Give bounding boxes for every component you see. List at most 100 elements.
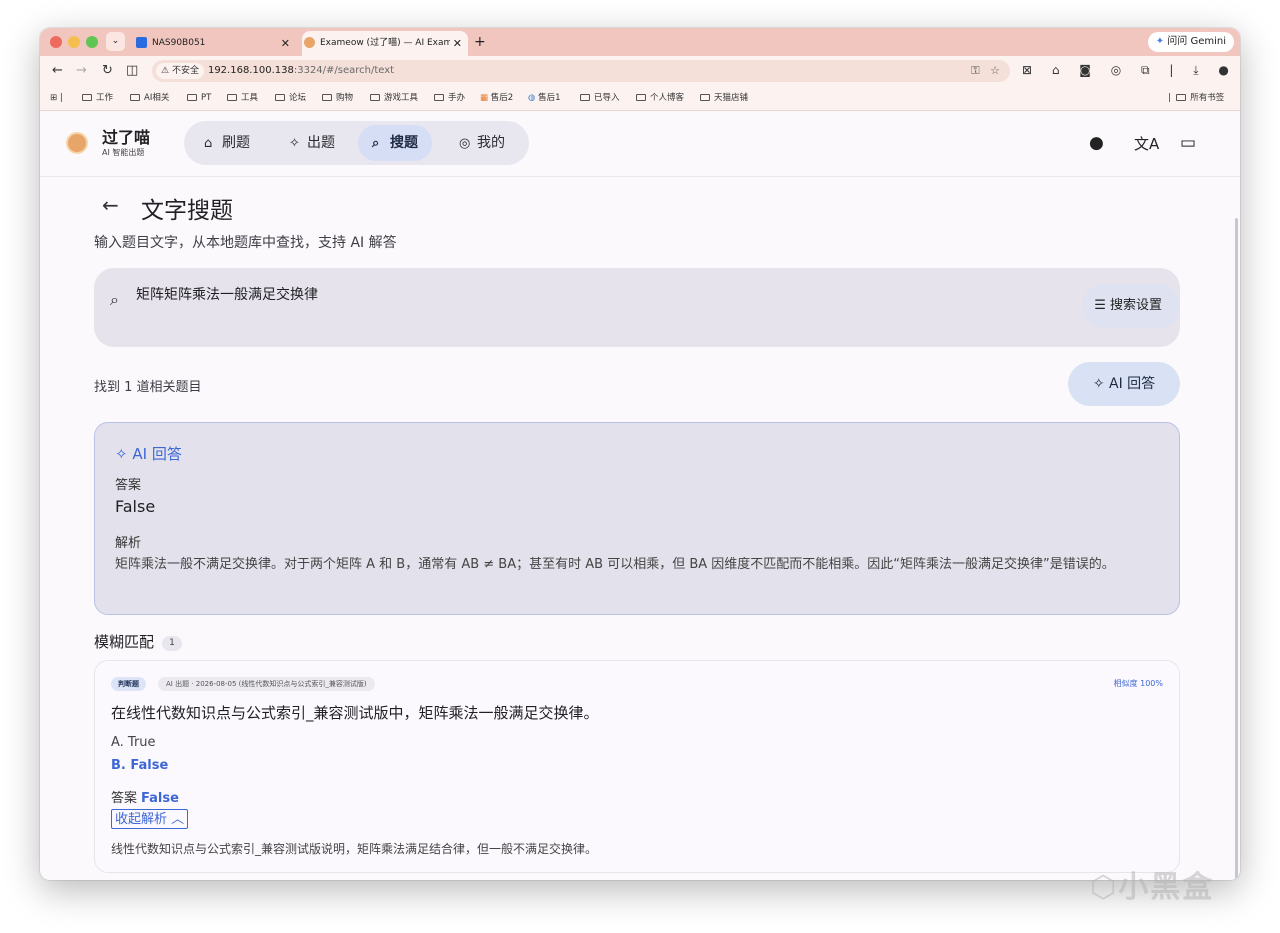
folder-icon (1176, 94, 1187, 101)
gemini-button[interactable]: ✦ 问问 Gemini (1147, 32, 1234, 52)
globe-icon: ◍ (528, 93, 536, 103)
bookmark-label: 游戏工具 (384, 93, 419, 103)
translate-icon[interactable]: 文A (1134, 133, 1159, 154)
search-input[interactable] (136, 286, 1036, 302)
insecure-badge[interactable]: ⚠ 不安全 (156, 63, 204, 79)
answer-label: 答案 (111, 791, 138, 806)
back-arrow-icon[interactable]: ← (102, 193, 119, 217)
bookmark-folder[interactable]: 个人博客 (636, 86, 684, 110)
nav-mine[interactable]: ◎ 我的 (445, 125, 519, 161)
ai-answer-title: ✧ AI 回答 (115, 443, 182, 464)
search-settings-button[interactable]: ☰ 搜索设置 (1082, 284, 1180, 328)
sparkle-icon: ✧ (289, 136, 300, 151)
question-card[interactable]: 判断题 AI 出题 · 2026-08-05 (线性代数知识点与公式索引_兼容测… (94, 660, 1180, 873)
bookmark-label: 工具 (241, 93, 259, 103)
nav-generate[interactable]: ✧ 出题 (275, 125, 349, 161)
collapse-explanation-button[interactable]: 收起解析 ︿ (111, 809, 189, 829)
bookmark-folder[interactable]: 工作 (82, 86, 113, 110)
search-icon: ⌕ (110, 290, 119, 309)
bookmark-folder[interactable]: 游戏工具 (370, 86, 418, 110)
app-header: 过了喵 AI 智能出题 ⌂ 刷题 ✧ 出题 ⌕ 搜题 ◎ 我的 ● 文A ▭ (40, 111, 1240, 177)
nav-label: 刷题 (222, 135, 250, 151)
tab-exameow[interactable]: Exameow (过了喵) — AI Exam ✕ (302, 31, 468, 56)
password-key-icon[interactable]: ⚿ (971, 64, 979, 77)
ai-answer-label: AI 回答 (1109, 376, 1156, 392)
folder-icon (82, 94, 92, 101)
heybox-logo-icon: ⬡ (1090, 870, 1119, 905)
bookmark-item[interactable]: ◍ 售后1 (528, 86, 561, 110)
forward-arrow-icon[interactable]: → (76, 63, 87, 78)
bookmark-folder[interactable]: 天猫店铺 (700, 86, 748, 110)
bookmark-label: 已导入 (594, 93, 620, 103)
all-bookmarks-folder[interactable]: | 所有书签 (1168, 86, 1224, 110)
scrollbar[interactable] (1235, 218, 1238, 880)
tab-title: Exameow (过了喵) — AI Exam (320, 38, 453, 48)
bookmark-label: 天猫店铺 (714, 93, 749, 103)
bookmark-folder[interactable]: 工具 (227, 86, 258, 110)
bookmark-folder[interactable]: PT (187, 86, 211, 110)
minimize-window-button[interactable] (68, 36, 80, 48)
tab-nas[interactable]: NAS90B051 ✕ (134, 31, 296, 56)
close-window-button[interactable] (50, 36, 62, 48)
bookmark-folder[interactable]: 手办 (434, 86, 465, 110)
bookmark-label: AI相关 (144, 93, 170, 103)
result-count: 找到 1 道相关题目 (94, 380, 202, 395)
nav-label: 搜题 (390, 135, 418, 151)
github-icon[interactable]: ● (1089, 133, 1104, 153)
bookmark-label: 购物 (336, 93, 354, 103)
brand[interactable]: 过了喵 AI 智能出题 (102, 129, 150, 159)
question-text: 在线性代数知识点与公式索引_兼容测试版中，矩阵乘法一般满足交换律。 (111, 704, 599, 722)
sliders-icon: ☰ (1094, 298, 1106, 313)
folder-icon (434, 94, 444, 101)
question-type-badge: 判断题 (111, 677, 146, 691)
cat-logo-icon[interactable] (66, 132, 88, 154)
search-settings-label: 搜索设置 (1109, 298, 1162, 313)
folder-icon (580, 94, 590, 101)
apps-grid-icon[interactable]: ⊞ | (50, 86, 63, 110)
tab-search-button[interactable]: ⌄ (106, 32, 125, 51)
new-tab-button[interactable]: + (474, 31, 486, 53)
bookmark-star-icon[interactable]: ☆ (990, 64, 1000, 77)
bookmark-label: 工作 (96, 93, 114, 103)
reload-icon[interactable]: ↻ (102, 63, 113, 78)
close-tab-icon[interactable]: ✕ (281, 31, 290, 56)
maximize-window-button[interactable] (86, 36, 98, 48)
bookmark-folder[interactable]: AI相关 (130, 86, 169, 110)
sparkle-icon: ✧ (1092, 376, 1105, 392)
address-bar[interactable]: ⚠ 不安全 192.168.100.138:3324/#/search/text … (152, 60, 1010, 82)
bookmark-folder[interactable]: 已导入 (580, 86, 620, 110)
fuzzy-count-badge: 1 (162, 636, 183, 651)
question-answer: 答案 False (111, 787, 179, 806)
bookmarks-bar: ⊞ | 工作 AI相关 PT 工具 论坛 购物 游戏工具 手办 ▦ 售后2 ◍ … (40, 86, 1240, 111)
nav-label: 我的 (477, 135, 505, 151)
side-panel-icon[interactable]: ◫ (126, 63, 138, 78)
ai-answer-button[interactable]: ✧ AI 回答 (1068, 362, 1180, 406)
nas-favicon-icon (136, 37, 147, 48)
fuzzy-match-heading: 模糊匹配 1 (94, 631, 183, 652)
bookmark-folder[interactable]: 论坛 (275, 86, 306, 110)
url-host: 192.168.100.138 (207, 65, 294, 76)
question-explanation: 线性代数知识点与公式索引_兼容测试版说明，矩阵乘法满足结合律，但一般不满足交换律… (111, 842, 598, 856)
bookmark-folder[interactable]: 购物 (322, 86, 353, 110)
nav-practice[interactable]: ⌂ 刷题 (190, 125, 264, 161)
folder-icon (370, 94, 380, 101)
monitor-icon[interactable]: ▭ (1180, 133, 1196, 153)
ai-answer-card: ✧ AI 回答 答案 False 解析 矩阵乘法一般不满足交换律。对于两个矩阵 … (94, 422, 1180, 615)
main-nav: ⌂ 刷题 ✧ 出题 ⌕ 搜题 ◎ 我的 (184, 121, 529, 165)
folder-icon (227, 94, 237, 101)
folder-icon (700, 94, 710, 101)
option-a: A. True (111, 735, 156, 750)
bookmark-item[interactable]: ▦ 售后2 (480, 86, 513, 110)
answer-label: 答案 (115, 478, 142, 493)
nav-search[interactable]: ⌕ 搜题 (358, 125, 432, 161)
extension-icons[interactable]: ⊠ ⌂ ◙ ◎ ⧉ | ⤓ ● ⋮ (1022, 63, 1240, 78)
tab-title: NAS90B051 (152, 38, 206, 48)
back-arrow-icon[interactable]: ← (52, 63, 63, 78)
browser-toolbar: ← → ↻ ◫ ⚠ 不安全 192.168.100.138:3324/#/sear… (40, 56, 1240, 86)
exameow-favicon-icon (304, 37, 315, 48)
graduation-cap-icon: ⌂ (204, 136, 213, 151)
folder-icon (322, 94, 332, 101)
close-tab-icon[interactable]: ✕ (449, 31, 462, 56)
bookmark-label: PT (201, 93, 212, 103)
bookmark-label: 论坛 (289, 93, 307, 103)
